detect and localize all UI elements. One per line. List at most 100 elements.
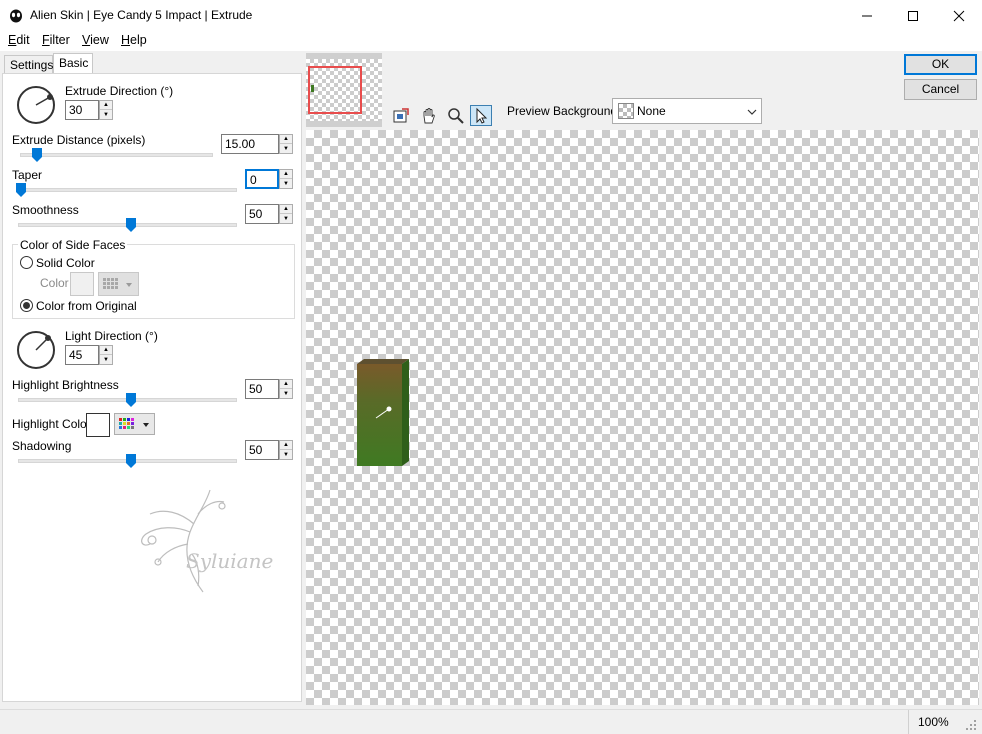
status-divider — [908, 710, 909, 734]
shadowing-spinner[interactable]: ▲ ▼ — [279, 440, 293, 460]
highlight-color-label: Highlight Color — [12, 417, 91, 431]
spin-down-icon[interactable]: ▼ — [280, 389, 292, 398]
light-direction-dial[interactable] — [17, 331, 55, 369]
extrude-direction-label: Extrude Direction (°) — [65, 84, 174, 98]
menu-bar: Edit Filter View Help — [0, 31, 982, 51]
extrude-distance-track[interactable] — [20, 153, 213, 157]
hand-tool-button[interactable] — [418, 105, 440, 126]
select-tool-button[interactable] — [470, 105, 492, 126]
zoom-icon — [448, 107, 464, 124]
color-grid-icon — [119, 418, 149, 429]
extruded-object-preview — [357, 359, 409, 466]
color-from-original-label[interactable]: Color from Original — [36, 299, 137, 313]
zoom-tool-button[interactable] — [445, 105, 467, 126]
solid-color-label[interactable]: Solid Color — [36, 256, 95, 270]
extrude-direction-input[interactable]: 30 — [65, 100, 99, 120]
menu-help[interactable]: Help — [121, 33, 147, 47]
close-icon — [953, 10, 965, 21]
dial-needle-icon — [35, 94, 53, 106]
dial-needle-icon — [35, 335, 51, 351]
minimize-icon — [862, 15, 872, 16]
light-direction-spinner[interactable]: ▲ ▼ — [99, 345, 113, 365]
menu-filter[interactable]: Filter — [42, 33, 70, 47]
spin-up-icon[interactable]: ▲ — [280, 441, 292, 450]
shadowing-label: Shadowing — [12, 439, 72, 453]
highlight-brightness-spinner[interactable]: ▲ ▼ — [279, 379, 293, 399]
highlight-color-swatch[interactable] — [86, 413, 110, 437]
navigator-icon — [393, 107, 409, 122]
spin-up-icon[interactable]: ▲ — [100, 101, 112, 110]
resize-grip-icon[interactable] — [964, 718, 978, 732]
smoothness-slider-thumb[interactable] — [125, 218, 136, 232]
watermark-text: Syluiane — [186, 549, 273, 573]
taper-slider-thumb[interactable] — [16, 183, 26, 197]
extrude-distance-spinner[interactable]: ▲ ▼ — [279, 134, 293, 154]
navigator-tool-button[interactable] — [390, 105, 412, 126]
menu-view[interactable]: View — [82, 33, 109, 47]
highlight-brightness-label: Highlight Brightness — [12, 378, 119, 392]
extrude-distance-slider-thumb[interactable] — [31, 148, 42, 162]
spin-up-icon[interactable]: ▲ — [100, 346, 112, 355]
tab-settings[interactable]: Settings — [4, 55, 53, 74]
navigator-object — [311, 85, 314, 92]
maximize-button[interactable] — [890, 0, 936, 31]
cancel-button[interactable]: Cancel — [904, 79, 977, 100]
spin-up-icon[interactable]: ▲ — [280, 380, 292, 389]
light-direction-input[interactable]: 45 — [65, 345, 99, 365]
side-color-label: Color — [40, 276, 69, 290]
color-from-original-radio[interactable] — [20, 299, 33, 312]
extrude-direction-spinner[interactable]: ▲ ▼ — [99, 100, 113, 120]
preview-canvas[interactable] — [306, 130, 979, 705]
navigator-thumbnail[interactable] — [306, 53, 382, 127]
app-icon — [10, 9, 22, 23]
shadowing-input[interactable]: 50 — [245, 440, 279, 460]
taper-input[interactable]: 0 — [245, 169, 279, 189]
side-color-picker-button[interactable] — [98, 272, 139, 296]
side-faces-title: Color of Side Faces — [18, 238, 128, 252]
taper-track[interactable] — [18, 188, 237, 192]
highlight-brightness-input[interactable]: 50 — [245, 379, 279, 399]
arrow-icon — [476, 107, 488, 124]
extrude-distance-label: Extrude Distance (pixels) — [12, 133, 146, 147]
spin-up-icon[interactable]: ▲ — [280, 205, 292, 214]
close-button[interactable] — [936, 0, 982, 31]
spin-down-icon[interactable]: ▼ — [280, 450, 292, 459]
preview-background-select[interactable]: None — [612, 98, 762, 124]
smoothness-spinner[interactable]: ▲ ▼ — [279, 204, 293, 224]
color-grid-icon — [103, 278, 132, 289]
ok-button[interactable]: OK — [904, 54, 977, 75]
spin-down-icon[interactable]: ▼ — [280, 179, 292, 188]
watermark-logo: Syluiane — [141, 489, 273, 593]
spin-down-icon[interactable]: ▼ — [280, 214, 292, 223]
highlight-color-picker-button[interactable] — [114, 413, 155, 435]
solid-color-radio[interactable] — [20, 256, 33, 269]
minimize-button[interactable] — [844, 0, 890, 31]
spin-down-icon[interactable]: ▼ — [100, 110, 112, 119]
tab-basic[interactable]: Basic — [53, 53, 93, 74]
title-bar: Alien Skin | Eye Candy 5 Impact | Extrud… — [0, 0, 982, 31]
status-bar: 100% — [0, 709, 982, 734]
highlight-brightness-slider-thumb[interactable] — [125, 393, 136, 407]
zoom-level: 100% — [918, 715, 949, 729]
maximize-icon — [908, 10, 918, 21]
chevron-down-icon — [747, 109, 757, 115]
navigator-view-frame[interactable] — [308, 66, 362, 114]
smoothness-input[interactable]: 50 — [245, 204, 279, 224]
taper-spinner[interactable]: ▲ ▼ — [279, 169, 293, 189]
taper-label: Taper — [12, 168, 43, 182]
extrude-distance-input[interactable]: 15.00 — [221, 134, 279, 154]
menu-edit[interactable]: Edit — [8, 33, 30, 47]
smoothness-label: Smoothness — [12, 203, 79, 217]
spin-up-icon[interactable]: ▲ — [280, 135, 292, 144]
preview-background-label: Preview Background: — [507, 104, 621, 118]
shadowing-slider-thumb[interactable] — [125, 454, 136, 468]
extrude-direction-dial[interactable] — [17, 86, 55, 124]
hand-icon — [423, 107, 435, 123]
window-title: Alien Skin | Eye Candy 5 Impact | Extrud… — [30, 8, 253, 22]
side-color-swatch[interactable] — [70, 272, 94, 296]
spin-down-icon[interactable]: ▼ — [280, 144, 292, 153]
preview-background-value: None — [637, 104, 666, 118]
transparency-icon — [618, 103, 634, 119]
spin-down-icon[interactable]: ▼ — [100, 355, 112, 364]
spin-up-icon[interactable]: ▲ — [280, 170, 292, 179]
